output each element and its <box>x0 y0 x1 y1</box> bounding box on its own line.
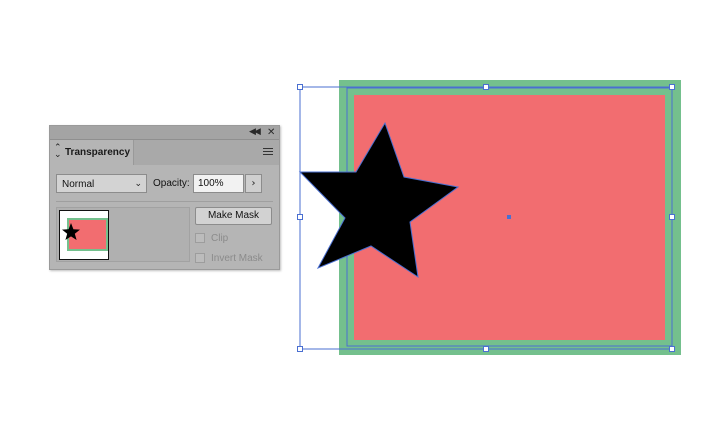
blend-mode-dropdown[interactable]: Normal ⌄ <box>56 174 147 193</box>
handle-bottom-middle <box>483 346 489 352</box>
blend-mode-value: Normal <box>62 179 95 190</box>
opacity-label: Opacity: <box>153 178 190 189</box>
up-down-arrows-icon[interactable]: ⌃ ⌄ <box>54 144 62 160</box>
artwork-thumbnail[interactable] <box>59 210 109 260</box>
hamburger-menu-icon[interactable] <box>263 148 273 157</box>
handle-middle-right <box>669 214 675 220</box>
transparency-panel: ◀◀ ✕ ⌃ ⌄ Transparency Normal ⌄ Opacity: 1… <box>49 125 280 270</box>
handle-top-right <box>669 84 675 90</box>
handle-bottom-right <box>669 346 675 352</box>
blend-opacity-row: Normal ⌄ Opacity: 100% › <box>50 174 279 196</box>
tab-transparency-label: Transparency <box>65 147 131 158</box>
tab-transparency[interactable]: ⌃ ⌄ Transparency <box>50 140 134 165</box>
make-mask-button[interactable]: Make Mask <box>195 207 272 225</box>
chevron-down-icon: ⌄ <box>134 179 142 189</box>
panel-divider <box>56 201 273 202</box>
panel-title-bar[interactable]: ◀◀ ✕ <box>50 126 279 140</box>
chevron-right-icon[interactable]: › <box>245 174 262 193</box>
artboard: ◀◀ ✕ ⌃ ⌄ Transparency Normal ⌄ Opacity: 1… <box>0 0 728 422</box>
handle-bottom-left <box>297 346 303 352</box>
thumbnail-well <box>56 207 190 262</box>
clip-label: Clip <box>211 233 229 244</box>
handle-top-left <box>297 84 303 90</box>
handle-top-middle <box>483 84 489 90</box>
invert-mask-checkbox[interactable] <box>195 253 205 263</box>
double-chevron-left-icon[interactable]: ◀◀ <box>249 126 261 139</box>
center-point <box>507 215 511 219</box>
close-icon[interactable]: ✕ <box>267 126 275 139</box>
clip-checkbox[interactable] <box>195 233 205 243</box>
opacity-input[interactable]: 100% <box>193 174 244 193</box>
panel-tab-strip: ⌃ ⌄ Transparency <box>50 140 279 165</box>
invert-mask-label: Invert Mask <box>211 253 263 264</box>
handle-middle-left <box>297 214 303 220</box>
thumbnail-preview <box>62 218 108 251</box>
